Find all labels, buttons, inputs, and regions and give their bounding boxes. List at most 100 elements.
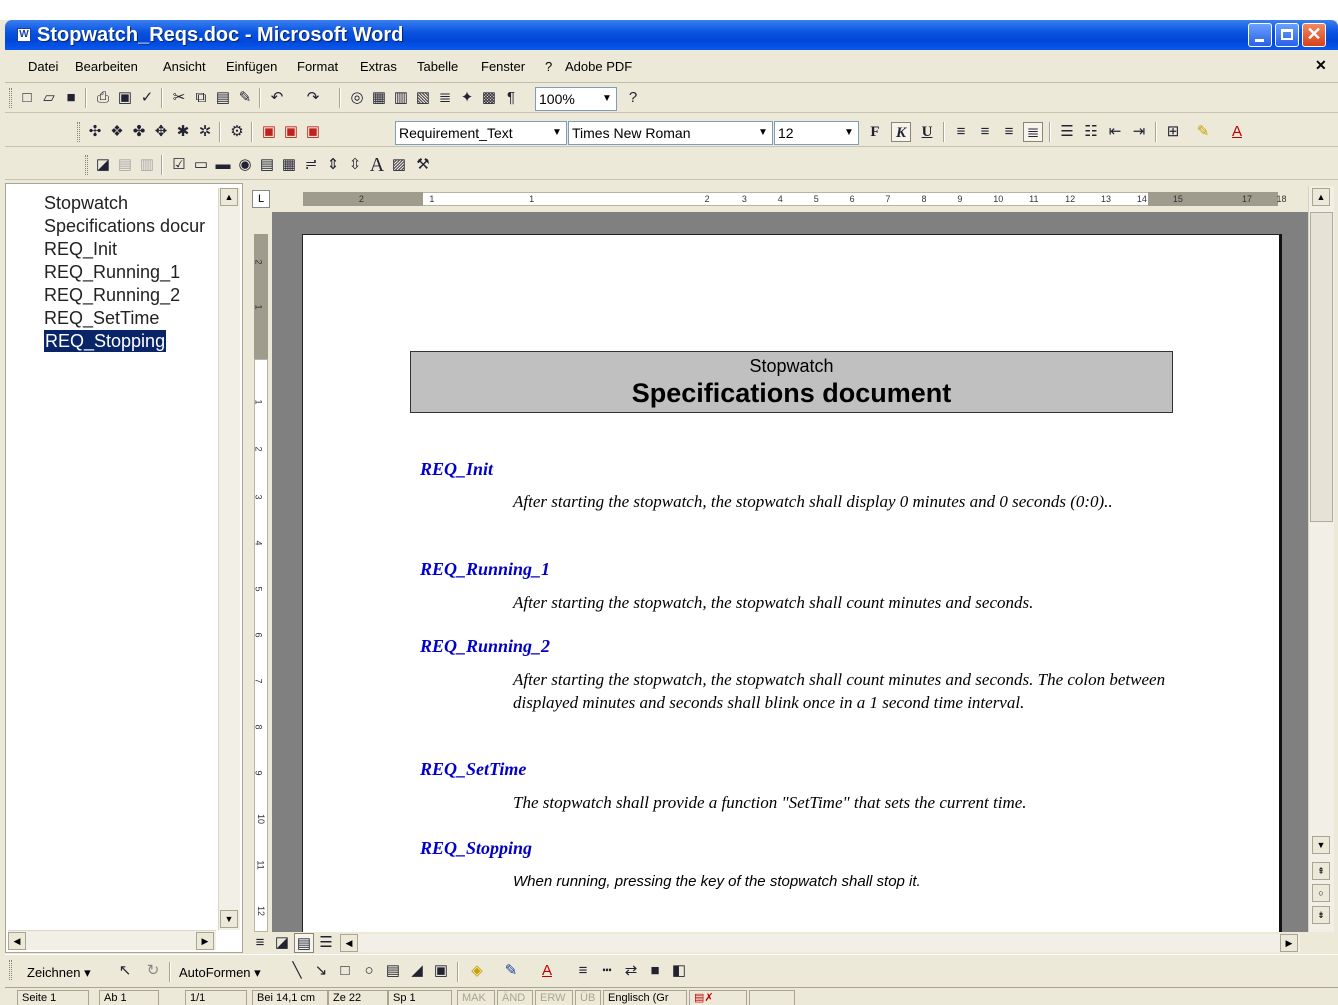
font-color-icon[interactable]: A (1227, 122, 1247, 142)
nav-item-req-init[interactable]: REQ_Init (44, 238, 224, 260)
draw-menu[interactable]: Zeichnen ▾ (27, 965, 91, 981)
maximize-button[interactable] (1275, 23, 1299, 47)
req-heading[interactable]: REQ_Running_2 (420, 636, 550, 657)
scroll-right-icon[interactable]: ▶ (1280, 934, 1298, 952)
textbox-control-icon[interactable]: ▭ (191, 155, 211, 175)
italic-button[interactable]: K (891, 122, 911, 142)
dash-style-icon[interactable]: ┅ (597, 961, 617, 981)
nav-vertical-scrollbar[interactable]: ▲ ▼ (218, 188, 240, 930)
fill-color-icon[interactable]: ◈ (467, 961, 487, 981)
3d-icon[interactable]: ◧ (669, 961, 689, 981)
properties-icon[interactable]: ▤ (115, 155, 135, 175)
style-select[interactable]: Requirement_Text ▼ (395, 121, 567, 145)
pdf-email-icon[interactable]: ▣ (281, 122, 301, 142)
next-page-icon[interactable]: ⇟ (1312, 906, 1330, 924)
forms-tool-icon[interactable]: ✥ (151, 122, 171, 142)
nav-item-req-running-1[interactable]: REQ_Running_1 (44, 261, 224, 283)
req-text[interactable]: After starting the stopwatch, the stopwa… (513, 491, 1173, 514)
toggle-control-icon[interactable]: ≓ (301, 155, 321, 175)
drawing-icon[interactable]: ✦ (457, 88, 477, 108)
forms-tool-icon[interactable]: ❖ (107, 122, 127, 142)
open-icon[interactable]: ▱ (39, 88, 59, 108)
font-select[interactable]: Times New Roman ▼ (568, 121, 773, 145)
toolbar-grip[interactable] (9, 88, 12, 108)
close-button[interactable]: ✕ (1302, 23, 1326, 47)
undo-icon[interactable]: ↶ (267, 88, 287, 108)
status-track-changes[interactable]: ÄND (497, 990, 533, 1005)
print-preview-icon[interactable]: ▣ (115, 88, 135, 108)
toolbar-grip[interactable] (85, 155, 88, 175)
nav-item-req-running-2[interactable]: REQ_Running_2 (44, 284, 224, 306)
req-text[interactable]: When running, pressing the key of the st… (513, 871, 1173, 894)
toolbar-grip[interactable] (77, 122, 80, 142)
scroll-up-icon[interactable]: ▲ (220, 188, 238, 206)
menu-tabelle[interactable]: Tabelle (417, 59, 458, 74)
align-left-icon[interactable]: ≡ (951, 122, 971, 142)
line-color-icon[interactable]: ✎ (501, 961, 521, 981)
vertical-ruler[interactable]: 2 1 1 2 3 4 5 6 7 8 9 10 11 12 (250, 212, 272, 932)
title-bar[interactable]: W Stopwatch_Reqs.doc - Microsoft Word ✕ (5, 20, 1338, 50)
highlight-icon[interactable]: ✎ (1193, 122, 1213, 142)
view-code-icon[interactable]: ▥ (137, 155, 157, 175)
outline-view-icon[interactable]: ☰ (316, 933, 336, 953)
rotate-icon[interactable]: ↻ (143, 961, 163, 981)
minimize-button[interactable] (1248, 23, 1272, 47)
paste-icon[interactable]: ▤ (213, 88, 233, 108)
decrease-indent-icon[interactable]: ⇤ (1105, 122, 1125, 142)
tab-selector-icon[interactable]: L (252, 190, 270, 208)
option-button-icon[interactable]: ◉ (235, 155, 255, 175)
line-icon[interactable]: ╲ (287, 961, 307, 981)
web-layout-icon[interactable]: ◪ (272, 933, 292, 953)
forms-tool-icon[interactable]: ✣ (85, 122, 105, 142)
image-control-icon[interactable]: ▨ (389, 155, 409, 175)
toolbar-grip[interactable] (9, 960, 12, 980)
nav-horizontal-scrollbar[interactable]: ◀ ▶ (8, 930, 216, 950)
new-document-icon[interactable]: □ (17, 88, 37, 108)
bold-button[interactable]: F (865, 122, 885, 142)
status-overtype[interactable]: ÜB (575, 990, 601, 1005)
copy-icon[interactable]: ⧉ (191, 88, 211, 108)
req-heading[interactable]: REQ_Running_1 (420, 559, 550, 580)
document-page[interactable]: Stopwatch Specifications document REQ_In… (302, 234, 1282, 932)
document-map-icon[interactable]: ▩ (479, 88, 499, 108)
save-icon[interactable]: ■ (61, 88, 81, 108)
scroll-thumb[interactable] (1310, 212, 1333, 522)
forms-tool-icon[interactable]: ✱ (173, 122, 193, 142)
chevron-down-icon[interactable]: ▼ (599, 89, 615, 109)
clipart-icon[interactable]: ▣ (431, 961, 451, 981)
spin-control-icon[interactable]: ⇕ (323, 155, 343, 175)
document-area[interactable]: Stopwatch Specifications document REQ_In… (272, 212, 1308, 932)
wordart-icon[interactable]: ◢ (407, 961, 427, 981)
oval-icon[interactable]: ○ (359, 961, 379, 981)
cut-icon[interactable]: ✂ (169, 88, 189, 108)
scroll-right-icon[interactable]: ▶ (196, 932, 214, 950)
menu-fenster[interactable]: Fenster (481, 59, 525, 74)
document-close-icon[interactable]: ✕ (1315, 57, 1327, 74)
macro-icon[interactable]: ⚙ (227, 122, 247, 142)
menu-format[interactable]: Format (297, 59, 338, 74)
tables-borders-icon[interactable]: ▦ (369, 88, 389, 108)
spellcheck-icon[interactable]: ✓ (137, 88, 157, 108)
scroll-down-icon[interactable]: ▼ (220, 910, 238, 928)
req-text[interactable]: The stopwatch shall provide a function "… (513, 792, 1173, 815)
show-formatting-icon[interactable]: ¶ (501, 88, 521, 108)
menu-extras[interactable]: Extras (360, 59, 397, 74)
more-controls-icon[interactable]: ⚒ (413, 155, 433, 175)
font-size-select[interactable]: 12 ▼ (774, 121, 859, 145)
bulleted-list-icon[interactable]: ☷ (1081, 122, 1101, 142)
forms-tool-icon[interactable]: ✤ (129, 122, 149, 142)
browse-object-icon[interactable]: ○ (1312, 884, 1330, 902)
req-heading[interactable]: REQ_SetTime (420, 759, 526, 780)
increase-indent-icon[interactable]: ⇥ (1129, 122, 1149, 142)
justify-icon[interactable]: ≣ (1023, 122, 1043, 142)
align-right-icon[interactable]: ≡ (999, 122, 1019, 142)
insert-excel-icon[interactable]: ▧ (413, 88, 433, 108)
nav-item-req-stopping[interactable]: REQ_Stopping (44, 330, 167, 352)
arrow-icon[interactable]: ↘ (311, 961, 331, 981)
arrow-style-icon[interactable]: ⇄ (621, 961, 641, 981)
zoom-select[interactable]: 100% ▼ (535, 87, 617, 111)
status-macro-recorder[interactable]: MAK (457, 990, 495, 1005)
scroll-down-icon[interactable]: ▼ (1312, 836, 1330, 854)
hyperlink-icon[interactable]: ◎ (347, 88, 367, 108)
menu-adobe-pdf[interactable]: Adobe PDF (565, 59, 632, 74)
